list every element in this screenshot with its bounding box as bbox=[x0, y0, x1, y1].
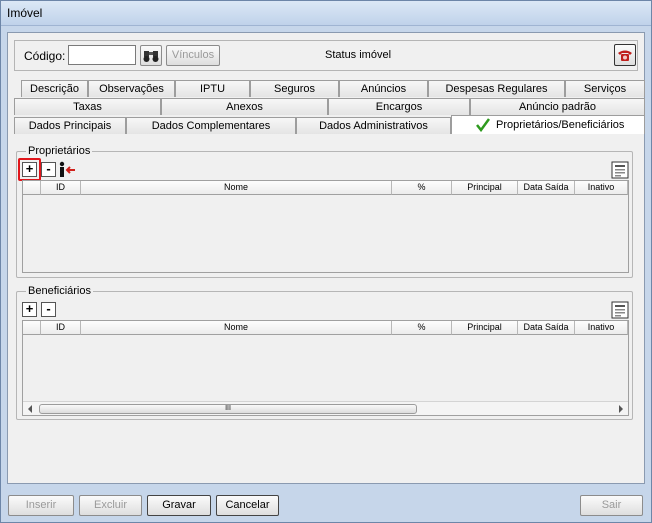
beneficiarios-title: Beneficiários bbox=[26, 285, 93, 297]
tab-dados-administrativos[interactable]: Dados Administrativos bbox=[296, 117, 451, 134]
column-header-percent[interactable]: % bbox=[392, 181, 452, 195]
tab-anexos[interactable]: Anexos bbox=[161, 98, 328, 115]
proprietarios-grid[interactable]: ID Nome % Principal Data Saída Inativo bbox=[22, 180, 629, 273]
add-beneficiario-button[interactable]: + bbox=[22, 302, 37, 317]
tab-dados-complementares[interactable]: Dados Complementares bbox=[126, 117, 296, 134]
column-header-id[interactable]: ID bbox=[41, 321, 81, 335]
sair-button[interactable]: Sair bbox=[580, 495, 643, 516]
remove-proprietario-button[interactable]: - bbox=[41, 162, 56, 177]
column-header-nome[interactable]: Nome bbox=[81, 181, 392, 195]
window-title: Imóvel bbox=[7, 6, 43, 20]
tab-iptu[interactable]: IPTU bbox=[175, 80, 250, 97]
codigo-label: Código: bbox=[24, 49, 66, 63]
column-header-nome[interactable]: Nome bbox=[81, 321, 392, 335]
tab-proprietarios-beneficiarios[interactable]: Proprietários/Beneficiários bbox=[451, 115, 645, 134]
search-button[interactable] bbox=[140, 45, 162, 66]
column-header-inativo[interactable]: Inativo bbox=[575, 321, 628, 335]
column-header-data-saida[interactable]: Data Saída bbox=[518, 321, 575, 335]
column-header-id[interactable]: ID bbox=[41, 181, 81, 195]
column-header-data-saida[interactable]: Data Saída bbox=[518, 181, 575, 195]
proprietarios-title: Proprietários bbox=[26, 145, 93, 157]
proprietarios-options-button[interactable] bbox=[611, 161, 631, 181]
tab-label: Proprietários/Beneficiários bbox=[496, 119, 625, 131]
tab-observacoes[interactable]: Observações bbox=[88, 80, 175, 97]
tab-anuncios[interactable]: Anúncios bbox=[339, 80, 428, 97]
scrollbar-thumb[interactable]: III bbox=[39, 404, 417, 414]
status-imovel-label: Status imóvel bbox=[325, 49, 392, 61]
tab-taxas[interactable]: Taxas bbox=[14, 98, 161, 115]
vinculos-button[interactable]: Vínculos bbox=[166, 45, 220, 66]
tab-dados-principais[interactable]: Dados Principais bbox=[14, 117, 126, 134]
column-header-principal[interactable]: Principal bbox=[452, 321, 518, 335]
phone-button[interactable] bbox=[614, 44, 636, 66]
column-header-principal[interactable]: Principal bbox=[452, 181, 518, 195]
highlight-box bbox=[18, 158, 41, 181]
info-arrow-icon bbox=[59, 161, 75, 177]
column-header-percent[interactable]: % bbox=[392, 321, 452, 335]
tab-servicos[interactable]: Serviços bbox=[565, 80, 645, 97]
info-transfer-button[interactable] bbox=[57, 161, 77, 181]
binoculars-icon bbox=[143, 51, 159, 62]
window-titlebar: Imóvel bbox=[1, 1, 651, 26]
tab-despesas-regulares[interactable]: Despesas Regulares bbox=[428, 80, 565, 97]
scroll-left-icon[interactable] bbox=[28, 405, 32, 413]
scroll-right-icon[interactable] bbox=[619, 405, 623, 413]
imovel-window: Imóvel Código: Vínculos Status imóvel De… bbox=[0, 0, 652, 523]
inserir-button[interactable]: Inserir bbox=[8, 495, 74, 516]
footer-bar: Inserir Excluir Gravar Cancelar Sair bbox=[1, 488, 651, 522]
row-indicator-header bbox=[23, 321, 41, 335]
cancelar-button[interactable]: Cancelar bbox=[216, 495, 279, 516]
tab-encargos[interactable]: Encargos bbox=[328, 98, 470, 115]
row-indicator-header bbox=[23, 181, 41, 195]
tab-seguros[interactable]: Seguros bbox=[250, 80, 339, 97]
column-header-inativo[interactable]: Inativo bbox=[575, 181, 628, 195]
clipboard-icon bbox=[611, 301, 629, 319]
gravar-button[interactable]: Gravar bbox=[147, 495, 211, 516]
excluir-button[interactable]: Excluir bbox=[79, 495, 142, 516]
telephone-icon bbox=[618, 50, 632, 61]
clipboard-icon bbox=[611, 161, 629, 179]
tab-strip: Descrição Observações IPTU Seguros Anúnc… bbox=[14, 80, 646, 135]
remove-beneficiario-button[interactable]: - bbox=[41, 302, 56, 317]
codigo-input[interactable] bbox=[68, 45, 136, 65]
horizontal-scrollbar[interactable]: III bbox=[23, 401, 628, 415]
tab-anuncio-padrao[interactable]: Anúncio padrão bbox=[470, 98, 645, 115]
check-icon bbox=[476, 118, 490, 132]
beneficiarios-grid[interactable]: ID Nome % Principal Data Saída Inativo I… bbox=[22, 320, 629, 416]
beneficiarios-options-button[interactable] bbox=[611, 301, 631, 321]
tab-descricao[interactable]: Descrição bbox=[21, 80, 88, 97]
header-panel: Código: Vínculos Status imóvel bbox=[14, 40, 638, 71]
